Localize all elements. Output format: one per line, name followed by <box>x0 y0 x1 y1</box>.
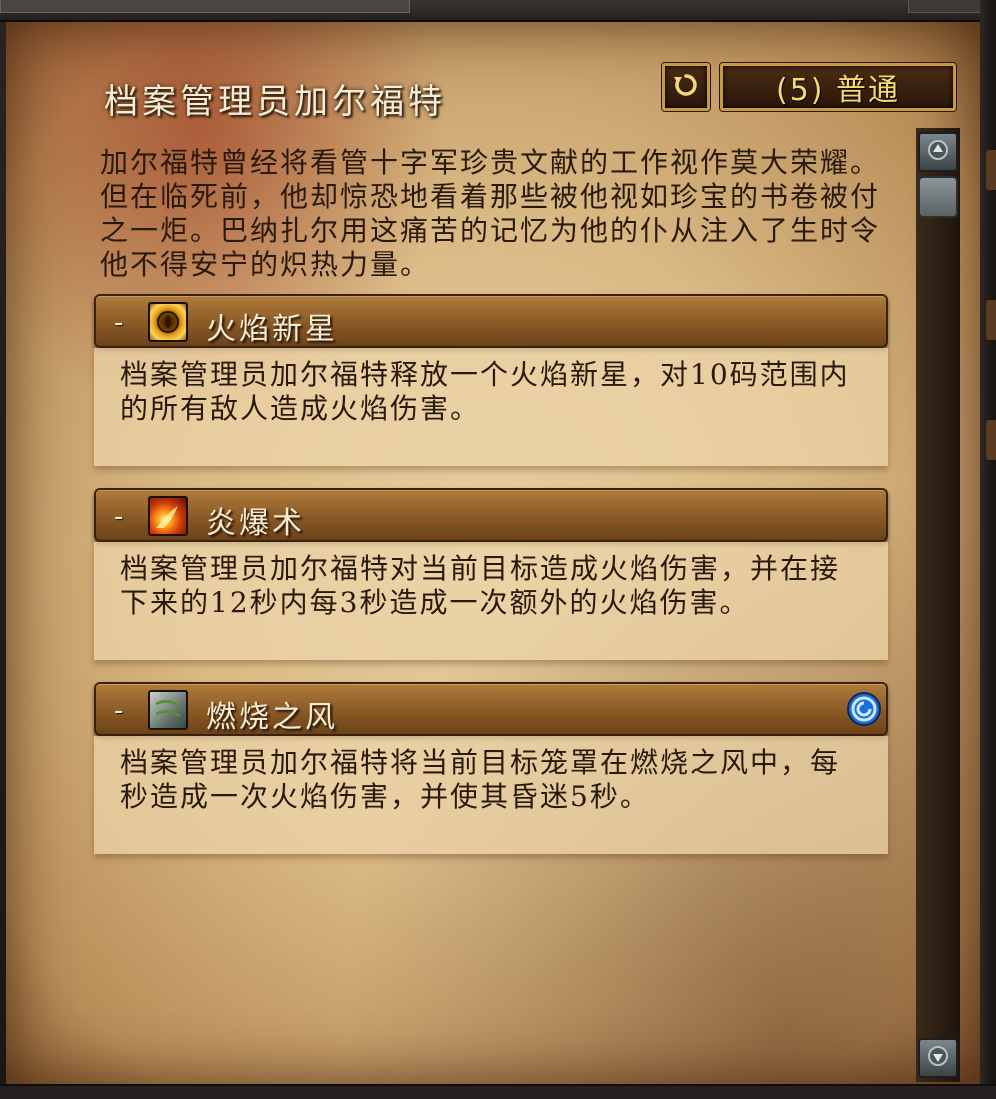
pyroblast-icon <box>148 496 188 536</box>
reset-arrow-icon <box>672 71 700 103</box>
side-tab[interactable] <box>986 420 996 460</box>
reset-button[interactable] <box>662 63 710 111</box>
difficulty-button[interactable]: (5) 普通 <box>720 63 956 111</box>
encounter-journal-frame: 档案管理员加尔福特 (5) 普通 加尔福特曾经将看管十字军珍贵文献的工作视作莫大… <box>0 0 996 1099</box>
ability-name: 炎爆术 <box>206 506 305 541</box>
top-tab-left <box>0 0 410 13</box>
boss-description: 加尔福特曾经将看管十字军珍贵文献的工作视作莫大荣耀。但在临死前，他却惊恐地看着那… <box>100 146 881 281</box>
scroll-up-button[interactable] <box>918 132 958 172</box>
fire-nova-icon <box>148 302 188 342</box>
interruptible-icon <box>846 691 882 727</box>
side-tab[interactable] <box>986 150 996 190</box>
ability-name: 火焰新星 <box>206 312 338 347</box>
burning-winds-icon <box>148 690 188 730</box>
collapse-toggle[interactable]: - <box>114 308 123 338</box>
ability-name: 燃烧之风 <box>206 700 338 735</box>
ability-description: 档案管理员加尔福特对当前目标造成火焰伤害，并在接下来的12秒内每3秒造成一次额外… <box>120 552 841 619</box>
ability-description: 档案管理员加尔福特释放一个火焰新星，对10码范围内的所有敌人造成火焰伤害。 <box>120 358 850 425</box>
ability-body-fire-nova: 档案管理员加尔福特释放一个火焰新星，对10码范围内的所有敌人造成火焰伤害。 <box>94 348 888 466</box>
scrollbar-thumb[interactable] <box>918 176 958 218</box>
ability-body-burning-winds: 档案管理员加尔福特将当前目标笼罩在燃烧之风中，每秒造成一次火焰伤害，并使其昏迷5… <box>94 736 888 854</box>
arrow-up-icon <box>926 138 950 166</box>
window-top-border <box>0 0 996 22</box>
ability-header-fire-nova[interactable]: - 火焰新星 <box>94 294 888 348</box>
ability-description: 档案管理员加尔福特将当前目标笼罩在燃烧之风中，每秒造成一次火焰伤害，并使其昏迷5… <box>120 746 841 813</box>
side-tab[interactable] <box>986 300 996 340</box>
ability-header-burning-winds[interactable]: - 燃烧之风 <box>94 682 888 736</box>
ability-header-pyroblast[interactable]: - 炎爆术 <box>94 488 888 542</box>
ability-body-pyroblast: 档案管理员加尔福特对当前目标造成火焰伤害，并在接下来的12秒内每3秒造成一次额外… <box>94 542 888 660</box>
collapse-toggle[interactable]: - <box>114 696 123 726</box>
boss-title: 档案管理员加尔福特 <box>104 82 446 122</box>
collapse-toggle[interactable]: - <box>114 502 123 532</box>
arrow-down-icon <box>926 1044 950 1072</box>
scrollbar-track[interactable] <box>916 128 960 1082</box>
scroll-down-button[interactable] <box>918 1038 958 1078</box>
